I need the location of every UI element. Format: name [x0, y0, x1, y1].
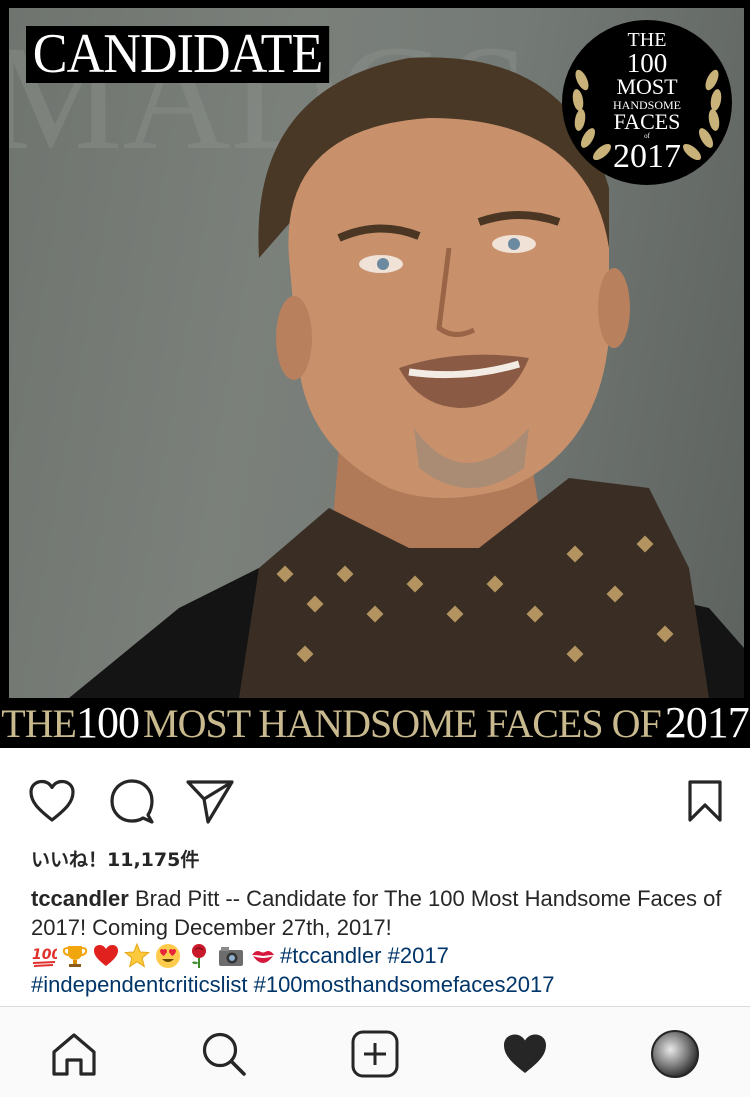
tab-activity[interactable]: [500, 1029, 550, 1079]
emoji-list: 100: [31, 943, 276, 969]
caption-username[interactable]: tccandler: [31, 886, 129, 911]
paper-plane-icon: [186, 780, 234, 824]
banner-number: 100: [76, 698, 140, 747]
hashtag-100mosthandsomefaces2017[interactable]: #100mosthandsomefaces2017: [254, 972, 555, 997]
bottom-tab-bar: [0, 1006, 750, 1097]
hashtag-independentcriticslist[interactable]: #independentcriticslist: [31, 972, 247, 997]
comment-bubble-icon: [110, 779, 154, 824]
banner-the: THE: [1, 701, 77, 746]
hundred-points-icon: 100: [32, 947, 57, 967]
tab-search[interactable]: [199, 1029, 249, 1079]
comment-button[interactable]: [107, 776, 157, 826]
heart-eyes-face-icon: [156, 944, 180, 968]
seal-the: THE: [627, 29, 667, 51]
award-seal: THE 100 MOST HANDSOME FACES of 2017: [562, 20, 732, 185]
svg-text:100: 100: [32, 947, 57, 963]
tab-home[interactable]: [49, 1029, 99, 1079]
post-actions: [0, 770, 750, 828]
seal-most: MOST: [616, 74, 678, 99]
caption-text: Brad Pitt -- Candidate for The 100 Most …: [31, 886, 722, 940]
post-image[interactable]: MADGS CANDIDATE THE 100 MOST HANDSOME FA…: [0, 0, 750, 748]
search-icon: [202, 1032, 246, 1076]
camera-icon: [219, 947, 243, 966]
hashtag-tccandler[interactable]: #tccandler: [280, 943, 382, 968]
tab-new-post[interactable]: [350, 1029, 400, 1079]
trophy-icon: [62, 946, 88, 967]
new-post-icon: [351, 1030, 399, 1078]
rose-icon: [192, 944, 206, 968]
seal-year: 2017: [613, 138, 681, 175]
activity-heart-icon: [504, 1034, 546, 1073]
like-button[interactable]: [27, 776, 77, 826]
banner-year: 2017: [664, 698, 750, 747]
banner-middle: MOST HANDSOME FACES OF: [143, 701, 662, 746]
seal-number: 100: [626, 48, 668, 78]
star-icon: [124, 943, 150, 968]
home-icon: [52, 1033, 96, 1076]
red-heart-icon: [94, 945, 118, 966]
post-caption: tccandler Brad Pitt -- Candidate for The…: [31, 885, 731, 999]
tab-profile[interactable]: [650, 1029, 700, 1079]
candidate-label: CANDIDATE: [26, 26, 330, 83]
save-button[interactable]: [680, 776, 730, 826]
heart-outline-icon: [29, 779, 75, 822]
kiss-mark-icon: [252, 951, 274, 963]
hashtag-2017[interactable]: #2017: [388, 943, 449, 968]
seal-faces: FACES: [613, 109, 681, 134]
title-banner: THE100 MOST HANDSOME FACES OF 2017: [0, 698, 750, 748]
bookmark-icon: [688, 780, 722, 822]
profile-avatar: [651, 1030, 699, 1078]
likes-count[interactable]: いいね！11,175件: [31, 845, 199, 872]
share-button[interactable]: [185, 776, 235, 826]
